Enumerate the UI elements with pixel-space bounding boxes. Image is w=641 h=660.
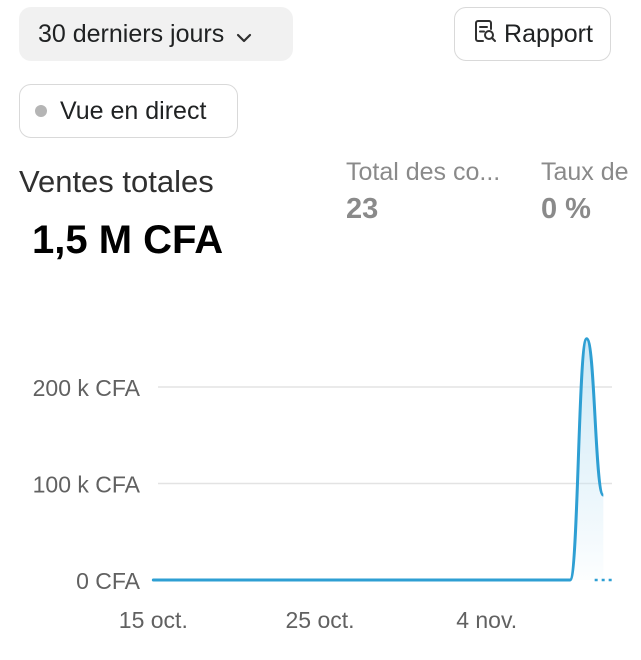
status-dot-icon: [35, 105, 47, 117]
x-tick-label: 4 nov.: [456, 607, 517, 633]
live-view-button[interactable]: Vue en direct: [19, 84, 238, 138]
series-line: [151, 337, 605, 582]
kpi-total-orders-label[interactable]: Total des co...: [346, 158, 516, 187]
sales-chart[interactable]: 0 CFA 100 k CFA 200 k CFA 15 oct. 25 oct. 4 n…: [0, 290, 641, 660]
series-area: [153, 338, 604, 580]
live-view-label: Vue en direct: [60, 96, 207, 125]
y-tick-label: 200 k CFA: [33, 375, 141, 401]
date-range-label: 30 derniers jours: [38, 19, 225, 48]
date-range-selector[interactable]: 30 derniers jours: [19, 7, 293, 61]
report-search-icon: [472, 18, 498, 51]
metric-value: 1,5 M CFA: [32, 218, 224, 262]
y-tick-label: 100 k CFA: [33, 472, 141, 498]
metric-title[interactable]: Ventes totales: [19, 164, 214, 200]
report-label: Rapport: [504, 19, 593, 48]
y-tick-label: 0 CFA: [76, 568, 141, 594]
kpi-rate-value: 0 %: [541, 193, 591, 225]
report-button[interactable]: Rapport: [454, 7, 611, 61]
kpi-rate-label[interactable]: Taux de: [541, 158, 641, 187]
x-tick-label: 15 oct.: [119, 607, 188, 633]
x-tick-label: 25 oct.: [285, 607, 354, 633]
analytics-page: 30 derniers jours Rapport Vue en direct …: [0, 0, 641, 660]
kpi-total-orders-value: 23: [346, 193, 379, 225]
chevron-down-icon: [234, 26, 254, 46]
